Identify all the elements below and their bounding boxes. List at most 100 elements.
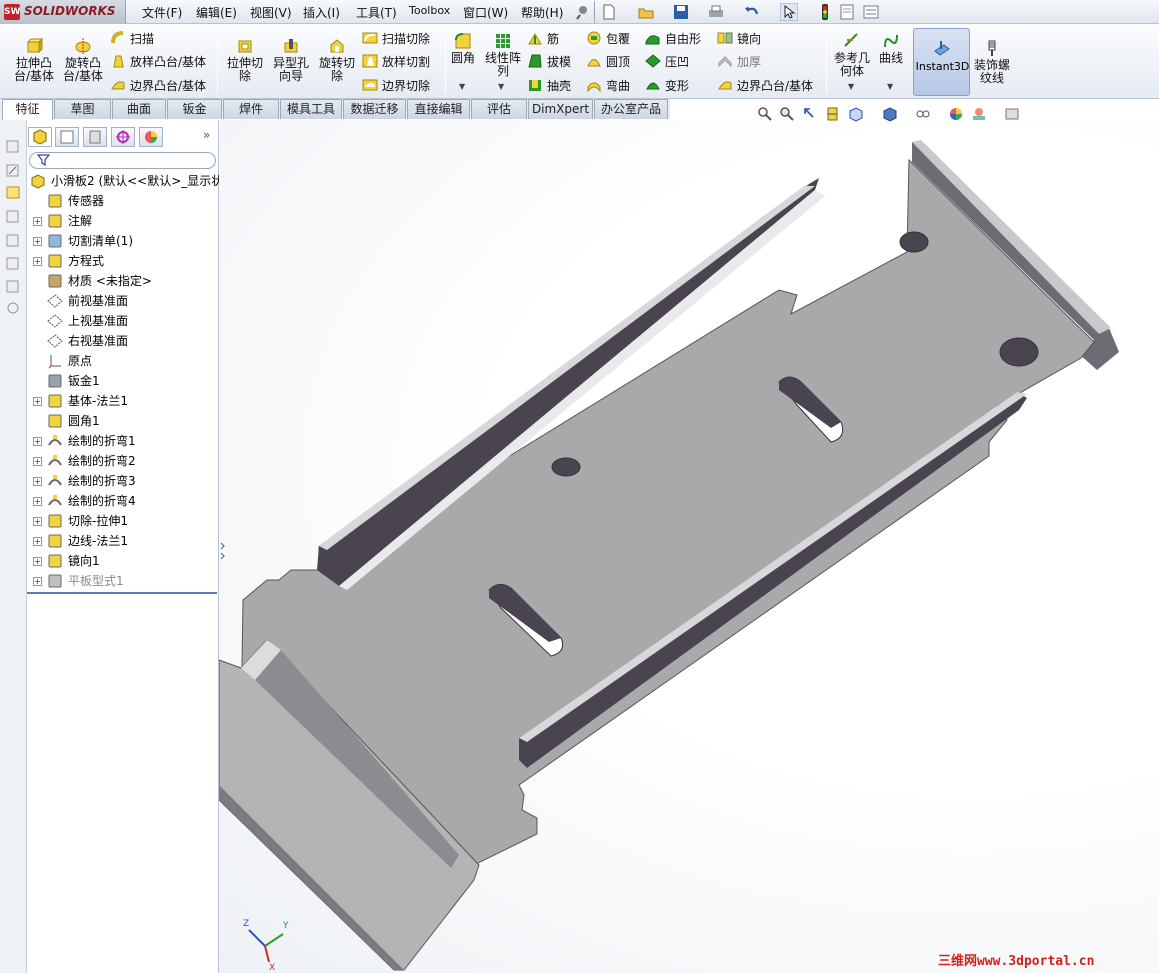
rebuild-traffic-light-icon[interactable]: [816, 3, 834, 21]
tree-node[interactable]: + 绘制的折弯2: [27, 451, 219, 471]
section-view-icon[interactable]: [825, 106, 841, 122]
linear-pattern-dropdown-arrow[interactable]: ▼: [498, 82, 504, 91]
hole-wizard-button[interactable]: 异型孔 向导: [270, 37, 312, 83]
tree-node[interactable]: 上视基准面: [27, 311, 219, 331]
menu-window[interactable]: 窗口(W): [463, 4, 508, 21]
save-icon[interactable]: [672, 3, 690, 21]
expand-toggle-icon[interactable]: +: [33, 537, 42, 546]
boundary-boss-button[interactable]: 边界凸台/基体: [110, 77, 206, 95]
custom-properties-icon[interactable]: [5, 278, 22, 295]
thicken-button[interactable]: 加厚: [717, 53, 761, 71]
hide-show-items-icon[interactable]: [915, 106, 931, 122]
print-icon[interactable]: [707, 3, 725, 21]
boundary-cut-button[interactable]: 边界切除: [362, 77, 430, 95]
wrap-button[interactable]: 包覆: [586, 30, 630, 48]
tree-node[interactable]: + 切除-拉伸1: [27, 511, 219, 531]
view-settings-icon[interactable]: [1004, 106, 1020, 122]
loft-cut-button[interactable]: 放样切割: [362, 53, 430, 71]
tab-mold-tools[interactable]: 模具工具: [280, 99, 342, 119]
loft-boss-button[interactable]: 放样凸台/基体: [110, 53, 206, 71]
tab-dimxpert[interactable]: DimXpert: [528, 99, 593, 119]
tree-node[interactable]: + 方程式: [27, 251, 219, 271]
view-orientation-icon[interactable]: [848, 106, 864, 122]
sweep-cut-button[interactable]: 扫描切除: [362, 30, 430, 48]
curves-dropdown-arrow[interactable]: ▼: [887, 82, 893, 91]
tree-node[interactable]: + 绘制的折弯4: [27, 491, 219, 511]
tree-node[interactable]: 前视基准面: [27, 291, 219, 311]
expand-toggle-icon[interactable]: +: [33, 457, 42, 466]
reference-geometry-dropdown-arrow[interactable]: ▼: [848, 82, 854, 91]
part-model[interactable]: [219, 120, 1159, 973]
tab-sketch[interactable]: 草图: [54, 99, 111, 119]
tree-node[interactable]: 钣金1: [27, 371, 219, 391]
expand-toggle-icon[interactable]: +: [33, 237, 42, 246]
indent-button[interactable]: 压凹: [645, 53, 689, 71]
zoom-to-area-icon[interactable]: [779, 106, 795, 122]
extrude-boss-button[interactable]: 拉伸凸 台/基体: [10, 37, 58, 83]
tree-root-part[interactable]: 小滑板2 (默认<<默认>_显示状: [27, 171, 223, 191]
extrude-cut-button[interactable]: 拉伸切 除: [222, 37, 268, 83]
tab-evaluate[interactable]: 评估: [471, 99, 527, 119]
pin-icon[interactable]: [574, 3, 592, 21]
edit-appearance-icon[interactable]: [948, 106, 964, 122]
options-icon[interactable]: [862, 3, 880, 21]
new-document-icon[interactable]: [600, 3, 618, 21]
tab-weldments[interactable]: 焊件: [223, 99, 279, 119]
revolve-boss-button[interactable]: 旋转凸 台/基体: [60, 37, 106, 83]
expand-toggle-icon[interactable]: +: [33, 557, 42, 566]
reference-geometry-button[interactable]: 参考几 何体: [830, 32, 874, 78]
fillet-button[interactable]: 圆角: [449, 32, 477, 65]
expand-toggle-icon[interactable]: +: [33, 437, 42, 446]
expand-toggle-icon[interactable]: +: [33, 577, 42, 586]
select-pointer-icon[interactable]: [780, 3, 798, 21]
linear-pattern-button[interactable]: 线性阵 列: [482, 32, 524, 78]
appearances-icon[interactable]: [5, 255, 22, 272]
menu-edit[interactable]: 编辑(E): [196, 4, 237, 21]
shell-button[interactable]: 抽壳: [527, 77, 571, 95]
apply-scene-icon[interactable]: [971, 106, 987, 122]
tree-node[interactable]: 材质 <未指定>: [27, 271, 219, 291]
rib-button[interactable]: 筋: [527, 30, 559, 48]
expand-toggle-icon[interactable]: +: [33, 257, 42, 266]
curves-button[interactable]: 曲线: [876, 32, 906, 65]
tree-node[interactable]: 圆角1: [27, 411, 219, 431]
expand-tabs-chevron-icon[interactable]: »: [203, 128, 210, 142]
instant3d-button[interactable]: Instant3D: [913, 28, 970, 96]
zoom-to-fit-icon[interactable]: [757, 106, 773, 122]
configurationmanager-tab[interactable]: [83, 127, 107, 147]
menu-insert[interactable]: 插入(I): [303, 4, 340, 21]
tab-office-products[interactable]: 办公室产品: [594, 99, 668, 119]
tree-node[interactable]: 右视基准面: [27, 331, 219, 351]
tab-surfaces[interactable]: 曲面: [112, 99, 166, 119]
graphics-area[interactable]: Y Z X: [219, 120, 1159, 973]
undo-icon[interactable]: [743, 3, 761, 21]
smart-dimension-icon[interactable]: [5, 138, 22, 155]
tab-direct-editing[interactable]: 直接编辑: [407, 99, 470, 119]
tree-node[interactable]: 传感器: [27, 191, 219, 211]
display-style-icon[interactable]: [882, 106, 898, 122]
tree-node[interactable]: + 注解: [27, 211, 219, 231]
menu-toolbox[interactable]: Toolbox: [409, 4, 450, 17]
expand-toggle-icon[interactable]: +: [33, 497, 42, 506]
tab-sheet-metal[interactable]: 钣金: [167, 99, 222, 119]
expand-toggle-icon[interactable]: +: [33, 397, 42, 406]
expand-toggle-icon[interactable]: +: [33, 217, 42, 226]
boundary-boss2-button[interactable]: 边界凸台/基体: [717, 77, 813, 95]
file-explorer-icon[interactable]: [5, 208, 22, 225]
propertymanager-tab[interactable]: [55, 127, 79, 147]
displaymanager-tab[interactable]: [139, 127, 163, 147]
freeform-button[interactable]: 自由形: [645, 30, 701, 48]
featuremanager-tab[interactable]: [28, 127, 52, 147]
tree-rollback-bar[interactable]: [27, 592, 217, 594]
previous-view-icon[interactable]: [802, 106, 818, 122]
tree-node[interactable]: + 镜向1: [27, 551, 219, 571]
flex-button[interactable]: 弯曲: [586, 77, 630, 95]
tree-node[interactable]: + 切割清单(1): [27, 231, 219, 251]
tree-node[interactable]: + 基体-法兰1: [27, 391, 219, 411]
draft-button[interactable]: 拔模: [527, 53, 571, 71]
file-properties-icon[interactable]: [838, 3, 856, 21]
dimxpertmanager-tab[interactable]: [111, 127, 135, 147]
tree-node[interactable]: 原点: [27, 351, 219, 371]
fillet-dropdown-arrow[interactable]: ▼: [459, 82, 465, 91]
deform-button[interactable]: 变形: [645, 77, 689, 95]
